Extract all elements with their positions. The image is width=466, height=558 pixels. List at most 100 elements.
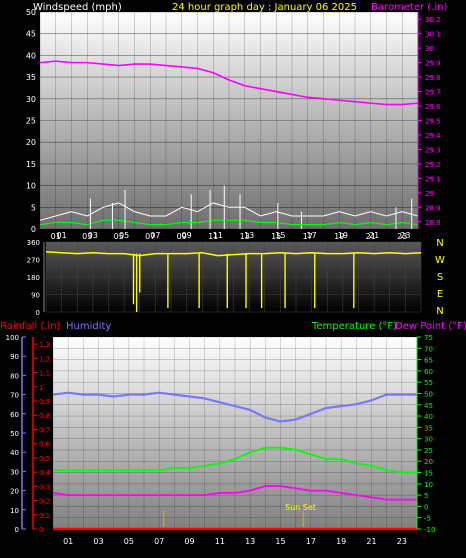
barometer-tick-label: 29 <box>425 190 434 198</box>
hour-tick-label: 21 <box>369 231 379 240</box>
hour-tick-label: 19 <box>336 537 346 546</box>
rainfall-tick-label: 1 <box>39 384 43 392</box>
humidity-tick-label: 50 <box>10 430 19 438</box>
hour-tick-label: 11 <box>215 537 225 546</box>
hour-tick-label: 01 <box>63 537 73 546</box>
direction-tick-label: 270 <box>27 257 40 265</box>
barometer-tick-label: 29.7 <box>425 89 441 97</box>
temperature-tick-label: 75 <box>424 334 433 342</box>
windspeed-tick-label: 0 <box>31 225 36 234</box>
chart-title: 24 hour graph day : January 06 2025 <box>172 2 357 13</box>
barometer-tick-label: 29.9 <box>425 60 441 68</box>
rainfall-tick-label: 1.1 <box>39 370 50 378</box>
barometer-tick-label: 29.2 <box>425 161 441 169</box>
sunset-annotation: Sun Set <box>285 503 316 512</box>
temperature-legend-label: Temperature (°F) <box>311 321 397 332</box>
temperature-tick-label: 55 <box>424 379 433 387</box>
humidity-tick-label: 90 <box>10 353 19 361</box>
temperature-tick-label: -10 <box>424 526 435 534</box>
temperature-tick-label: 5 <box>424 492 428 500</box>
rainfall-tick-label: 0.7 <box>39 426 50 434</box>
rainfall-tick-label: 1.2 <box>39 355 50 363</box>
windspeed-tick-label: 20 <box>26 138 36 147</box>
compass-letters: NWSEN <box>435 238 445 317</box>
humidity-tick-label: 70 <box>10 392 19 400</box>
temperature-tick-label: 15 <box>424 470 433 478</box>
temperature-tick-label: 20 <box>424 458 433 466</box>
humidity-tick-label: 10 <box>10 507 19 515</box>
hour-tick-label: 23 <box>397 537 407 546</box>
humidity-tick-label: 30 <box>10 468 19 476</box>
hour-tick-label: 07 <box>150 231 160 240</box>
barometer-tick-label: 29.6 <box>425 103 441 111</box>
hour-tick-label: 13 <box>245 537 255 546</box>
windspeed-tick-label: 30 <box>26 95 36 104</box>
hour-tick-label: 05 <box>124 537 134 546</box>
humidity-legend-label: Humidity <box>66 321 111 332</box>
windspeed-tick-label: 40 <box>26 51 36 60</box>
direction-tick-label: 360 <box>27 239 40 247</box>
temperature-tick-label: 45 <box>424 402 433 410</box>
temperature-tick-label: 0 <box>424 503 428 511</box>
temperature-tick-label: 10 <box>424 481 433 489</box>
rainfall-tick-label: 0.5 <box>39 455 50 463</box>
direction-tick-label: 180 <box>27 274 40 282</box>
hour-tick-label: 01 <box>57 231 67 240</box>
rainfall-tick-label: 1.3 <box>39 341 50 349</box>
windspeed-axis-label: Windspeed (mph) <box>33 2 122 13</box>
rainfall-tick-label: 0.4 <box>39 469 51 477</box>
barometer-tick-label: 29.8 <box>425 74 441 82</box>
hour-tick-label: 09 <box>182 231 192 240</box>
hour-tick-label: 11 <box>213 231 223 240</box>
windspeed-tick-label: 25 <box>26 117 36 126</box>
windspeed-tick-label: 10 <box>26 182 36 191</box>
compass-letter: N <box>436 306 443 317</box>
temperature-tick-label: -5 <box>424 515 431 523</box>
rainfall-tick-label: 0.6 <box>39 441 51 449</box>
compass-letter: E <box>437 289 443 300</box>
hour-tick-label: 21 <box>366 537 376 546</box>
compass-letter: N <box>436 238 443 249</box>
windspeed-tick-label: 15 <box>26 160 36 169</box>
humidity-tick-label: 40 <box>10 449 19 457</box>
rainfall-tick-label: 0.9 <box>39 398 50 406</box>
windspeed-tick-label: 50 <box>26 8 36 17</box>
temperature-tick-label: 30 <box>424 436 433 444</box>
rainfall-tick-label: 0.8 <box>39 412 50 420</box>
barometer-tick-label: 29.4 <box>425 132 441 140</box>
compass-letter: S <box>437 272 443 283</box>
barometer-tick-label: 28.8 <box>425 219 441 227</box>
windspeed-tick-label: 35 <box>26 73 36 82</box>
weather-charts-svg: Windspeed (mph) 24 hour graph day : Janu… <box>0 2 466 546</box>
temperature-tick-label: 65 <box>424 357 433 365</box>
hour-tick-label: 15 <box>275 231 285 240</box>
barometer-tick-label: 29.3 <box>425 146 441 154</box>
windspeed-tick-label: 45 <box>26 30 36 39</box>
humidity-tick-label: 60 <box>10 411 19 419</box>
barometer-tick-label: 30 <box>425 45 434 53</box>
rainfall-tick-label: 0.3 <box>39 483 50 491</box>
hour-tick-label: 17 <box>307 231 317 240</box>
hour-tick-label: 03 <box>93 537 103 546</box>
barometer-tick-label: 28.9 <box>425 204 441 212</box>
hour-tick-label: 13 <box>244 231 254 240</box>
rainfall-tick-label: 0.2 <box>39 498 50 506</box>
hour-tick-label: 09 <box>184 537 194 546</box>
temperature-tick-label: 60 <box>424 368 433 376</box>
barometer-tick-label: 29.1 <box>425 175 441 183</box>
temperature-tick-label: 35 <box>424 424 433 432</box>
hour-tick-label: 17 <box>306 537 316 546</box>
direction-tick-label: 0 <box>36 309 40 317</box>
barometer-tick-label: 30.2 <box>425 16 441 24</box>
hour-tick-label: 19 <box>338 231 348 240</box>
hour-tick-label: 15 <box>275 537 285 546</box>
dewpoint-legend-label: Dew Point (°F) <box>395 321 466 332</box>
temperature-tick-label: 70 <box>424 345 433 353</box>
humidity-tick-label: 80 <box>10 372 19 380</box>
rainfall-axis-label: Rainfall (.in) <box>0 321 61 332</box>
humidity-tick-label: 20 <box>10 488 19 496</box>
direction-tick-label: 90 <box>31 292 40 300</box>
compass-letter: W <box>435 255 445 266</box>
barometer-axis-label: Barometer (.in) <box>371 2 447 13</box>
barometer-tick-label: 29.5 <box>425 118 441 126</box>
